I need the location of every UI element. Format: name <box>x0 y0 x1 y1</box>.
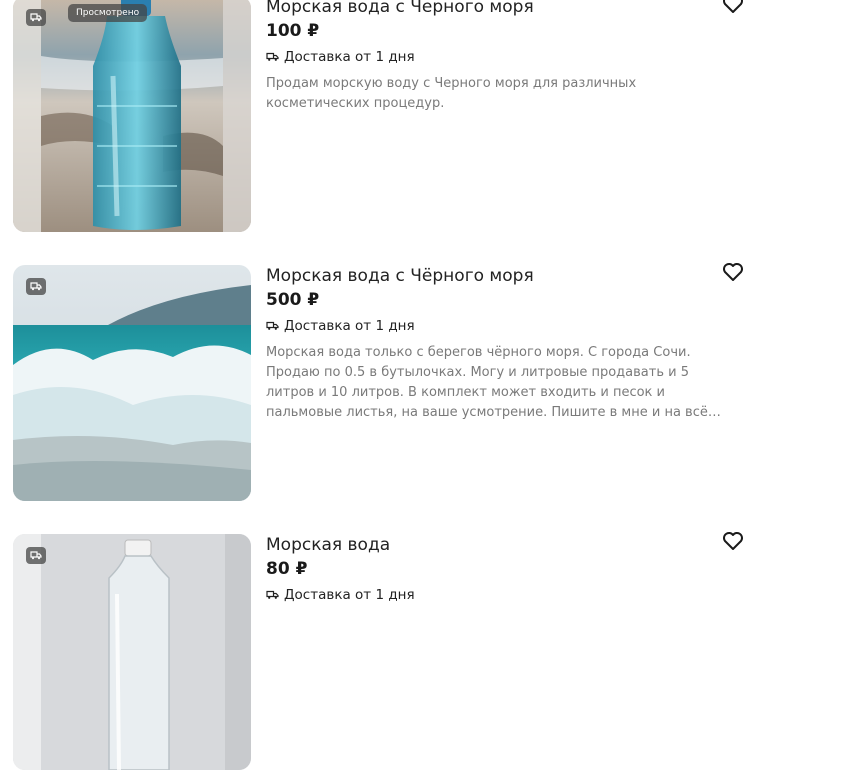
heart-icon[interactable] <box>722 531 744 551</box>
delivery-info: Доставка от 1 дня <box>266 586 746 604</box>
listing-photo[interactable] <box>13 534 251 770</box>
listing-title[interactable]: Морская вода с Чёрного моря <box>266 265 746 287</box>
heart-icon[interactable] <box>722 0 744 14</box>
delivery-info: Доставка от 1 дня <box>266 48 746 66</box>
truck-icon <box>266 52 279 61</box>
truck-icon <box>26 547 46 564</box>
truck-icon <box>266 321 279 330</box>
heart-icon[interactable] <box>722 262 744 282</box>
listing-description: Морская вода только с берегов чёрного мо… <box>266 345 721 420</box>
listing-photo[interactable] <box>13 265 251 501</box>
bottle-photo <box>13 0 251 232</box>
listing-description: Продам морскую воду с Черного моря для р… <box>266 76 637 111</box>
delivery-info: Доставка от 1 дня <box>266 317 746 335</box>
listing-price: 500 ₽ <box>266 290 320 310</box>
sea-wave-photo <box>13 265 251 501</box>
truck-icon <box>26 278 46 295</box>
delivery-label: Доставка от 1 дня <box>284 587 415 603</box>
viewed-badge: Просмотрено <box>68 4 148 22</box>
truck-icon <box>266 590 279 599</box>
truck-icon <box>26 9 46 26</box>
listing-photo[interactable]: Просмотрено <box>13 0 251 232</box>
delivery-label: Доставка от 1 дня <box>284 49 415 65</box>
bottle-photo <box>13 534 251 770</box>
listing-title[interactable]: Морская вода <box>266 534 746 556</box>
delivery-label: Доставка от 1 дня <box>284 318 415 334</box>
listing-price: 80 ₽ <box>266 559 308 579</box>
listing-price: 100 ₽ <box>266 21 320 41</box>
listing-title[interactable]: Морская вода с Черного моря <box>266 0 746 18</box>
